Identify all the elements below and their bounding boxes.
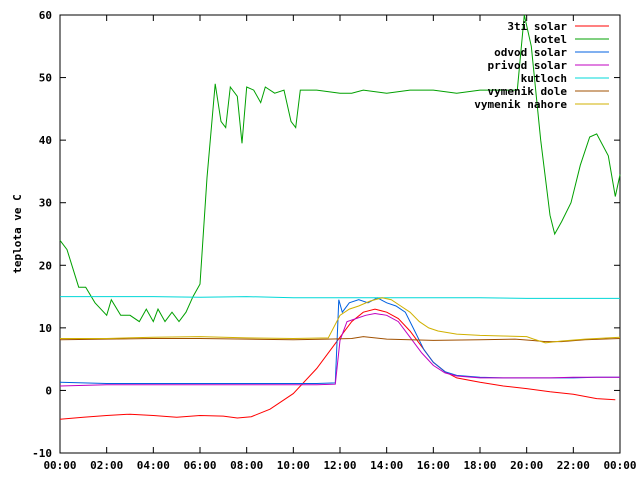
x-tick-label: 16:00 [417, 459, 450, 472]
x-tick-label: 14:00 [370, 459, 403, 472]
y-tick-label: 30 [39, 197, 52, 210]
x-tick-label: 20:00 [510, 459, 543, 472]
x-tick-label: 18:00 [463, 459, 496, 472]
y-tick-label: 40 [39, 134, 52, 147]
y-tick-label: 60 [39, 9, 52, 22]
x-tick-label: 00:00 [43, 459, 76, 472]
x-tick-label: 00:00 [603, 459, 636, 472]
y-tick-label: 0 [45, 384, 52, 397]
y-tick-label: 10 [39, 322, 52, 335]
legend-label-3ti-solar: 3ti solar [507, 20, 567, 33]
x-tick-label: 08:00 [230, 459, 263, 472]
legend-label-kutloch: kutloch [521, 72, 567, 85]
legend-label-vymenik-dole: vymenik dole [488, 85, 568, 98]
y-tick-label: 20 [39, 259, 52, 272]
x-tick-label: 22:00 [557, 459, 590, 472]
chart: -10 0 10 20 30 40 50 60 00:00 02:00 04:00 06:00 08:0… [0, 0, 640, 480]
legend-label-odvod-solar: odvod solar [494, 46, 567, 59]
line-chart: -10010203040506000:00 02:00 04:00 06:00 08:0… [11, 9, 637, 472]
y-axis-label: teplota ve C [11, 194, 24, 273]
legend-label-vymenik-nahore: vymenik nahore [474, 98, 567, 111]
y-tick-label: 50 [39, 72, 52, 85]
x-tick-label: 10:00 [277, 459, 310, 472]
legend-label-privod-solar: privod solar [488, 59, 568, 72]
legend-label-kotel: kotel [534, 33, 567, 46]
series-line-privod-solar [59, 312, 620, 387]
x-tick-label: 06:00 [183, 459, 216, 472]
x-tick-label: 12:00 [323, 459, 356, 472]
legend: 3ti solarkotelodvod solarprivod solarkut… [474, 20, 609, 111]
series-line-kutloch [60, 296, 620, 299]
x-tick-label: 04:00 [137, 459, 170, 472]
x-tick-label: 02:00 [90, 459, 123, 472]
